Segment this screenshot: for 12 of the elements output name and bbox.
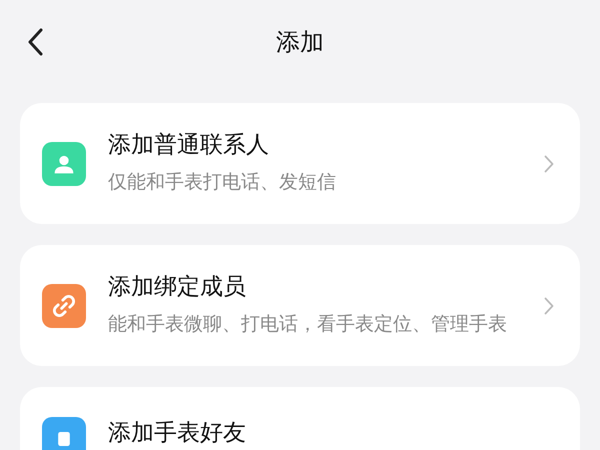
list-card[interactable]: 添加手表好友	[20, 387, 580, 450]
chevron-right-icon	[544, 296, 554, 314]
item-title: 添加手表好友	[108, 419, 247, 448]
list-card[interactable]: 添加普通联系人 仅能和手表打电话、发短信	[20, 103, 580, 224]
item-title: 添加绑定成员	[108, 273, 247, 302]
item-description: 能和手表微聊、打电话，看手表定位、管理手表	[108, 312, 508, 337]
item-title: 添加普通联系人	[108, 131, 270, 160]
back-icon[interactable]	[27, 28, 43, 56]
list-card[interactable]: 添加绑定成员 能和手表微聊、打电话，看手表定位、管理手表	[20, 245, 580, 366]
chevron-right-icon	[544, 154, 554, 172]
item-description: 仅能和手表打电话、发短信	[108, 170, 337, 195]
page-title: 添加	[276, 27, 324, 58]
